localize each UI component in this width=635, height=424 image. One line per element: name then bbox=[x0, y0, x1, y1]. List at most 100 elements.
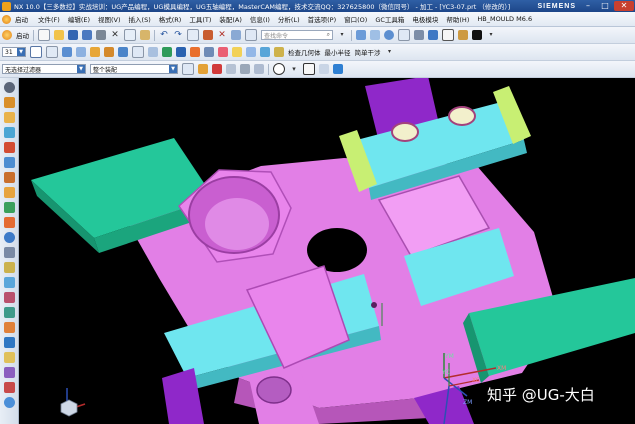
color-select-icon[interactable] bbox=[333, 64, 343, 74]
start-menu-button[interactable]: 启动 bbox=[2, 14, 30, 24]
analysis-icon[interactable] bbox=[204, 47, 214, 57]
minimize-button[interactable]: – bbox=[580, 1, 596, 11]
start-icon[interactable] bbox=[2, 30, 12, 40]
snap-point-icon[interactable] bbox=[273, 63, 285, 75]
general-select-icon[interactable] bbox=[182, 63, 194, 75]
rotate-view-icon[interactable] bbox=[384, 30, 394, 40]
dropdown-arrow-icon[interactable]: ▾ bbox=[385, 47, 395, 57]
start-label[interactable]: 启动 bbox=[16, 30, 29, 40]
paste-icon[interactable] bbox=[140, 30, 150, 40]
select-curve-icon[interactable] bbox=[240, 64, 250, 74]
check-geometry-icon[interactable] bbox=[274, 47, 284, 57]
object-info-icon[interactable] bbox=[176, 47, 186, 57]
layer-icon[interactable] bbox=[62, 47, 72, 57]
new-file-icon[interactable] bbox=[38, 29, 50, 41]
menu-window[interactable]: 窗口(O) bbox=[340, 14, 371, 24]
method-view-icon[interactable] bbox=[3, 172, 15, 183]
menu-analysis[interactable]: 分析(L) bbox=[274, 14, 304, 24]
menu-assembly[interactable]: 装配(A) bbox=[215, 14, 246, 24]
roles-icon[interactable] bbox=[3, 307, 15, 318]
operation-navigator-icon[interactable] bbox=[3, 142, 15, 153]
snap-end-icon[interactable]: ▾ bbox=[289, 64, 299, 74]
copy-icon[interactable] bbox=[124, 29, 136, 41]
help-icon[interactable] bbox=[3, 397, 15, 408]
wireframe-icon[interactable] bbox=[442, 29, 454, 41]
menu-edit[interactable]: 编辑(E) bbox=[64, 14, 94, 24]
view-orientation-icon[interactable] bbox=[458, 30, 468, 40]
wcs-icon[interactable] bbox=[90, 47, 100, 57]
command-finder-icon[interactable] bbox=[245, 29, 257, 41]
shaded-with-edges-icon[interactable] bbox=[428, 30, 438, 40]
repeat-command-icon[interactable] bbox=[187, 29, 199, 41]
constraint-navigator-icon[interactable] bbox=[3, 127, 15, 138]
hd3d-tools-icon[interactable] bbox=[3, 217, 15, 228]
measure-body-icon[interactable] bbox=[162, 47, 172, 57]
fit-view-icon[interactable] bbox=[356, 30, 366, 40]
command-search-input[interactable]: 查找命令 ⌕ bbox=[261, 30, 333, 40]
assembly-navigator-icon[interactable] bbox=[3, 112, 15, 123]
menu-view[interactable]: 视图(V) bbox=[94, 14, 125, 24]
note-icon[interactable] bbox=[3, 382, 15, 393]
selection-filter-select[interactable]: 无选择过滤器 ▼ bbox=[2, 64, 86, 74]
reuse-library-icon[interactable] bbox=[3, 202, 15, 213]
measure-distance-icon[interactable] bbox=[132, 46, 144, 58]
perspective-icon[interactable] bbox=[414, 30, 424, 40]
move-layer-icon[interactable] bbox=[76, 47, 86, 57]
deviation-icon[interactable] bbox=[260, 47, 270, 57]
select-feature-icon[interactable] bbox=[212, 64, 222, 74]
redo-icon[interactable]: ↷ bbox=[173, 30, 183, 40]
navigator-icon[interactable] bbox=[3, 352, 15, 363]
box-select-icon[interactable] bbox=[319, 64, 329, 74]
zoom-icon[interactable] bbox=[370, 30, 380, 40]
menu-gc-toolbox[interactable]: GC工具箱 bbox=[371, 14, 408, 24]
point-info-icon[interactable] bbox=[190, 47, 200, 57]
save-as-icon[interactable] bbox=[82, 30, 92, 40]
dropdown-arrow-icon[interactable]: ▾ bbox=[337, 30, 347, 40]
select-face-icon[interactable] bbox=[198, 64, 208, 74]
show-hide-icon[interactable] bbox=[231, 30, 241, 40]
history-icon[interactable] bbox=[3, 247, 15, 258]
snap-center-icon[interactable] bbox=[303, 63, 315, 75]
close-button[interactable]: ✕ bbox=[614, 1, 634, 11]
number-select[interactable]: 31 ▼ bbox=[2, 47, 26, 57]
menu-file[interactable]: 文件(F) bbox=[34, 14, 64, 24]
measure-angle-icon[interactable] bbox=[148, 47, 158, 57]
check-geometry-button[interactable]: 检查几何体 bbox=[288, 47, 321, 57]
select-edge-icon[interactable] bbox=[226, 64, 236, 74]
measure-face-icon[interactable] bbox=[232, 47, 242, 57]
curvature-icon[interactable] bbox=[246, 47, 256, 57]
print-icon[interactable] bbox=[96, 30, 106, 40]
edit-object-icon[interactable] bbox=[203, 30, 213, 40]
menu-tools[interactable]: 工具(T) bbox=[185, 14, 215, 24]
menu-insert[interactable]: 插入(S) bbox=[125, 14, 155, 24]
simple-interference-button[interactable]: 简单干涉 bbox=[355, 47, 381, 57]
menu-format[interactable]: 格式(R) bbox=[155, 14, 186, 24]
favorites-icon[interactable] bbox=[3, 367, 15, 378]
dropdown-arrow-icon[interactable]: ▾ bbox=[486, 30, 496, 40]
select-window-icon[interactable] bbox=[30, 46, 42, 58]
wcs-orient-icon[interactable] bbox=[104, 47, 114, 57]
wcs-rotate-icon[interactable] bbox=[118, 47, 128, 57]
delete-icon[interactable]: ✕ bbox=[217, 30, 227, 40]
section-view-icon[interactable] bbox=[218, 47, 228, 57]
manufacturing-wizard-icon[interactable] bbox=[3, 292, 15, 303]
part-navigator-icon[interactable] bbox=[3, 97, 15, 108]
copy-icon[interactable] bbox=[46, 46, 58, 58]
settings-gear-icon[interactable] bbox=[3, 82, 15, 93]
menu-preferences[interactable]: 首选项(P) bbox=[304, 14, 341, 24]
selection-scope-select[interactable]: 整个装配 ▼ bbox=[90, 64, 178, 74]
palette-icon[interactable] bbox=[3, 337, 15, 348]
min-radius-button[interactable]: 最小半径 bbox=[325, 47, 351, 57]
open-folder-icon[interactable] bbox=[54, 30, 64, 40]
undo-icon[interactable]: ↶ bbox=[159, 30, 169, 40]
select-body-icon[interactable] bbox=[254, 64, 264, 74]
system-scene-icon[interactable] bbox=[3, 322, 15, 333]
geometry-view-icon[interactable] bbox=[3, 187, 15, 198]
menu-help[interactable]: 帮助(H) bbox=[442, 14, 473, 24]
background-icon[interactable] bbox=[472, 30, 482, 40]
web-browser-icon[interactable] bbox=[3, 232, 15, 243]
process-studio-icon[interactable] bbox=[3, 277, 15, 288]
machine-tool-icon[interactable] bbox=[3, 157, 15, 168]
maximize-button[interactable]: □ bbox=[597, 1, 613, 11]
menu-hb-mould[interactable]: HB_MOULD M6.6 bbox=[473, 15, 536, 23]
